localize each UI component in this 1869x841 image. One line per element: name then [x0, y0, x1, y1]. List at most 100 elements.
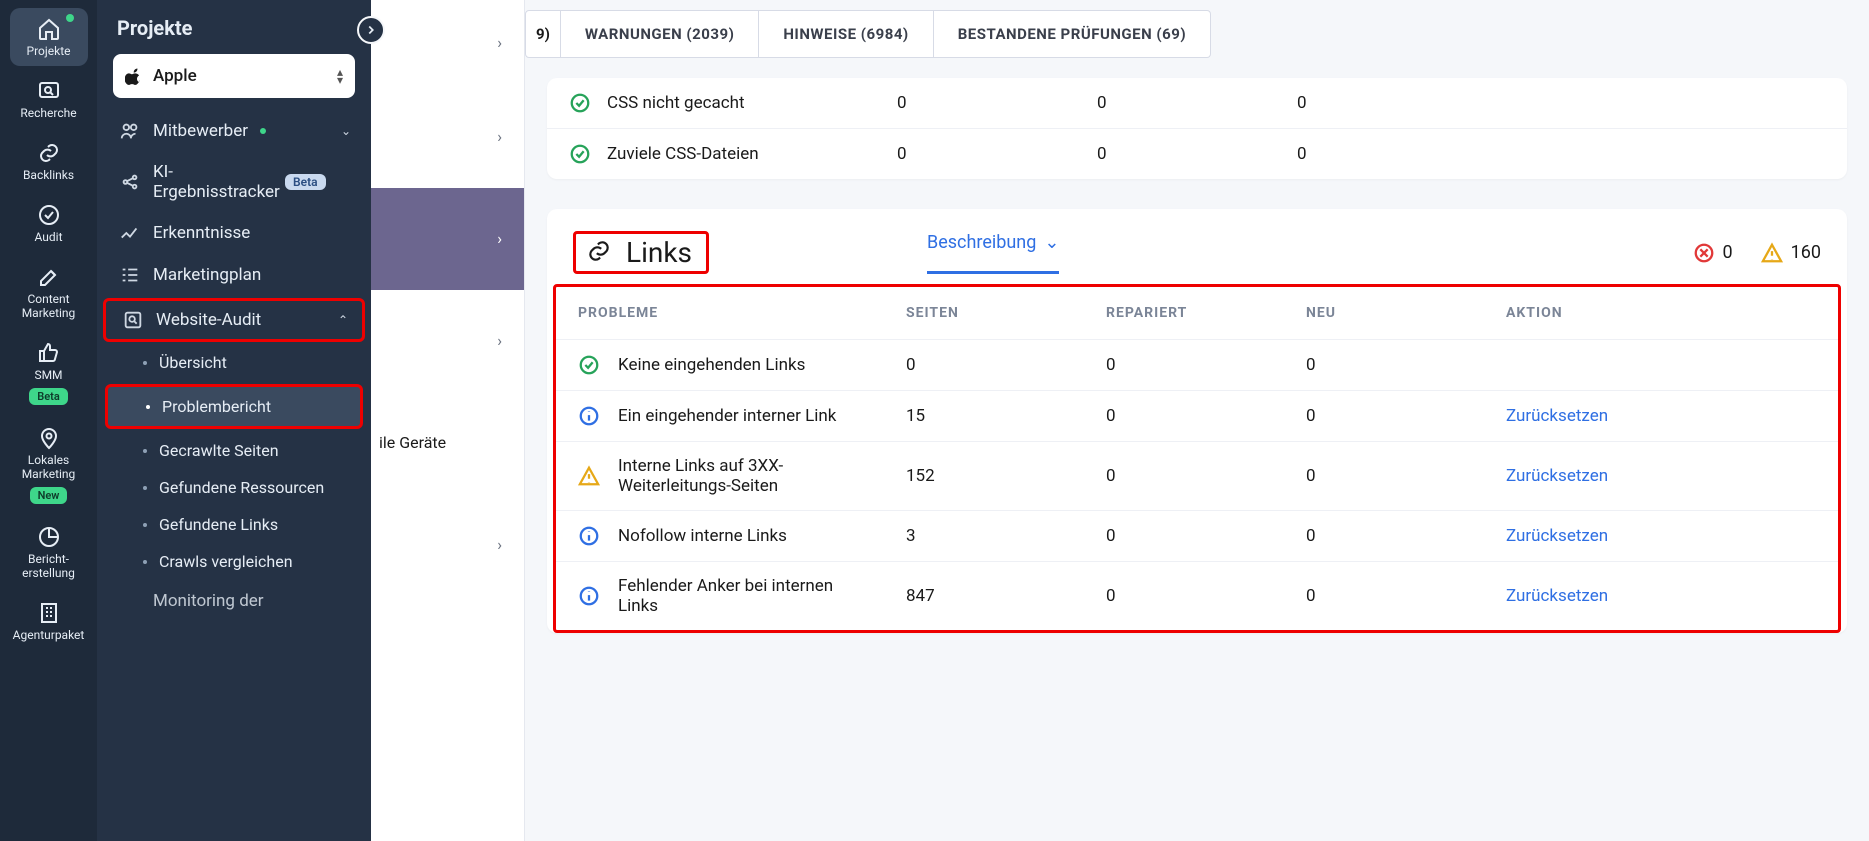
issue-name: Ein eingehender interner Link — [618, 406, 836, 426]
sub-found-links[interactable]: Gefundene Links — [97, 506, 371, 543]
monitor-icon — [119, 590, 141, 612]
category-row-mobile[interactable]: ile Geräte — [371, 392, 524, 494]
stat-value: 0 — [1723, 242, 1733, 263]
warning-icon — [578, 465, 600, 487]
table-row[interactable]: Ein eingehender interner Link1500Zurücks… — [556, 390, 1838, 441]
col-new: 0 — [1297, 144, 1497, 164]
sub-crawled-pages[interactable]: Gecrawlte Seiten — [97, 432, 371, 469]
category-label-partial: ile Geräte — [379, 433, 446, 452]
sub-label: Gefundene Links — [159, 515, 278, 534]
category-row[interactable]: › — [371, 86, 524, 188]
chevron-right-icon: › — [497, 331, 502, 350]
col-repaired: 0 — [1106, 586, 1306, 606]
category-row[interactable]: › — [371, 290, 524, 392]
building-icon — [36, 600, 62, 626]
links-title-highlight: Links — [573, 231, 709, 274]
table-row[interactable]: Zuviele CSS-Dateien 0 0 0 — [547, 128, 1847, 179]
col-new: 0 — [1306, 526, 1506, 546]
category-row[interactable]: › — [371, 494, 524, 596]
table-row[interactable]: CSS nicht gecacht 0 0 0 — [547, 78, 1847, 128]
issue-name: Fehlender Anker bei internen Links — [618, 576, 868, 616]
chevron-right-icon: › — [497, 33, 502, 52]
filter-tabs: 9) WARNUNGEN (2039) HINWEISE (6984) BEST… — [525, 10, 1869, 58]
hidden-category-column: › › › › ile Geräte › — [371, 0, 525, 841]
icon-rail: Projekte Recherche Backlinks Audit Conte… — [0, 0, 97, 841]
table-row[interactable]: Interne Links auf 3XX-Weiterleitungs-Sei… — [556, 441, 1838, 510]
category-row-active[interactable]: › — [371, 188, 524, 290]
tab-passed[interactable]: BESTANDENE PRÜFUNGEN (69) — [934, 10, 1211, 58]
reset-action[interactable]: Zurücksetzen — [1506, 466, 1838, 486]
rail-research[interactable]: Recherche — [10, 70, 88, 128]
col-pages: 0 — [897, 144, 1097, 164]
collapse-panel-button[interactable] — [357, 16, 385, 44]
bullet-icon — [146, 405, 150, 409]
links-stats: 0 160 — [1693, 242, 1821, 264]
tab-hints[interactable]: HINWEISE (6984) — [759, 10, 933, 58]
beta-badge: Beta — [29, 388, 68, 405]
sparkle-icon — [119, 171, 141, 193]
sub-problembericht[interactable]: Problembericht — [105, 384, 363, 429]
nav-list: Mitbewerber ⌄ KI-Ergebnisstracker Beta E… — [97, 110, 371, 622]
rail-smm[interactable]: SMM Beta — [10, 332, 88, 413]
reset-action[interactable]: Zurücksetzen — [1506, 406, 1838, 426]
nav-monitoring[interactable]: Monitoring der — [97, 580, 371, 622]
section-title: Links — [626, 236, 692, 269]
new-badge: New — [30, 487, 68, 504]
th-repaired: REPARIERT — [1106, 305, 1306, 321]
col-new: 0 — [1306, 406, 1506, 426]
nav-marketingplan[interactable]: Marketingplan — [97, 254, 371, 296]
col-repaired: 0 — [1097, 144, 1297, 164]
project-selector[interactable]: Apple ▴▾ — [113, 54, 355, 98]
check-icon — [569, 143, 591, 165]
th-new: NEU — [1306, 305, 1506, 321]
rail-content[interactable]: Content Marketing — [10, 256, 88, 328]
nav-erkenntnisse[interactable]: Erkenntnisse — [97, 212, 371, 254]
bullet-icon — [143, 449, 147, 453]
nav-website-audit[interactable]: Website-Audit ⌃ — [103, 298, 365, 342]
chevron-right-icon: › — [497, 127, 502, 146]
nav-label: Monitoring der — [153, 591, 264, 611]
sub-label: Gecrawlte Seiten — [159, 441, 279, 460]
check-icon — [569, 92, 591, 114]
tab-label: Beschreibung — [927, 232, 1036, 253]
chevron-right-icon: › — [497, 229, 502, 248]
rail-backlinks[interactable]: Backlinks — [10, 132, 88, 190]
tab-warnings[interactable]: WARNUNGEN (2039) — [561, 10, 759, 58]
nav-mitbewerber[interactable]: Mitbewerber ⌄ — [97, 110, 371, 152]
search-page-icon — [36, 78, 62, 104]
sub-compare-crawls[interactable]: Crawls vergleichen — [97, 543, 371, 580]
status-dot-icon — [66, 14, 74, 22]
audit-icon — [122, 309, 144, 331]
col-pages: 847 — [906, 586, 1106, 606]
rail-agency[interactable]: Agenturpaket — [10, 592, 88, 650]
sub-overview[interactable]: Übersicht — [97, 344, 371, 381]
sub-found-resources[interactable]: Gefundene Ressourcen — [97, 469, 371, 506]
table-row[interactable]: Fehlender Anker bei internen Links84700Z… — [556, 561, 1838, 630]
info-icon — [578, 405, 600, 427]
table-row[interactable]: Keine eingehenden Links000 — [556, 340, 1838, 390]
rail-audit[interactable]: Audit — [10, 194, 88, 252]
col-pages: 15 — [906, 406, 1106, 426]
reset-action[interactable]: Zurücksetzen — [1506, 526, 1838, 546]
reset-action[interactable]: Zurücksetzen — [1506, 586, 1838, 606]
beta-badge: Beta — [285, 174, 326, 190]
apple-logo-icon — [125, 67, 143, 85]
nav-label: KI-Ergebnisstracker — [153, 162, 273, 202]
sub-label: Crawls vergleichen — [159, 552, 293, 571]
link-icon — [36, 140, 62, 166]
tab-description[interactable]: Beschreibung ⌄ — [927, 232, 1059, 274]
table-row[interactable]: Nofollow interne Links300Zurücksetzen — [556, 510, 1838, 561]
bullet-icon — [143, 361, 147, 365]
sub-label: Problembericht — [162, 397, 271, 416]
issue-name: Keine eingehenden Links — [618, 355, 805, 375]
rail-projects[interactable]: Projekte — [10, 8, 88, 66]
rail-reports[interactable]: Bericht­erstellung — [10, 516, 88, 588]
nav-ki-tracker[interactable]: KI-Ergebnisstracker Beta — [97, 152, 371, 212]
category-row[interactable]: › — [371, 0, 524, 86]
side-panel: Projekte Apple ▴▾ Mitbewerber ⌄ KI-Ergeb… — [97, 0, 371, 841]
rail-local[interactable]: Lokales Marketing New — [10, 417, 88, 512]
tab-truncated[interactable]: 9) — [525, 10, 561, 58]
col-new: 0 — [1306, 586, 1506, 606]
issue-name: Interne Links auf 3XX-Weiterleitungs-Sei… — [618, 456, 868, 496]
link-icon — [586, 238, 612, 268]
